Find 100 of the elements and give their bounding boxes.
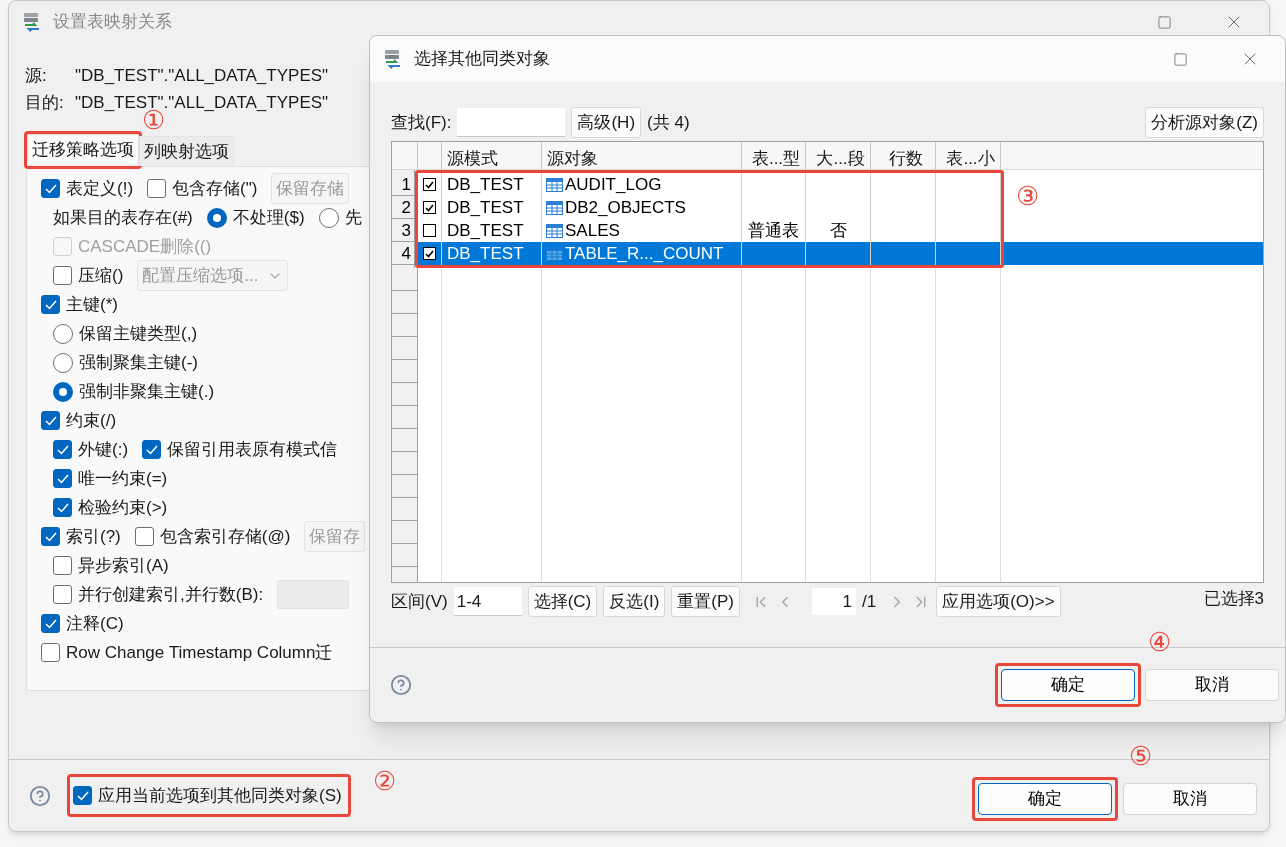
checkbox[interactable]	[41, 295, 60, 314]
toolbar-button[interactable]: 应用选项(O)>>	[936, 586, 1061, 617]
dialog-button[interactable]: 确定	[1001, 669, 1135, 701]
step-marker: ①	[142, 107, 165, 133]
radio-button[interactable]	[206, 207, 227, 228]
table-row[interactable]: DB_TEST TABLE_R..._COUNT	[418, 242, 1001, 265]
check-icon	[44, 531, 57, 542]
column-header[interactable]: 行数	[871, 142, 936, 169]
option-label: 强制聚集主键(-)	[79, 351, 198, 374]
check-icon	[56, 444, 69, 455]
option-label: 压缩()	[78, 264, 124, 287]
checkbox[interactable]	[41, 411, 60, 430]
toolbar-button[interactable]: 选择(C)	[527, 586, 598, 617]
find-field[interactable]	[457, 108, 566, 137]
radio-button[interactable]	[53, 352, 73, 373]
dialog-button[interactable]: 确定	[978, 782, 1112, 815]
toolbar-button[interactable]: 高级(H)	[571, 107, 642, 138]
row-checkbox[interactable]	[423, 201, 436, 214]
table-cell-text: TABLE_R..._COUNT	[565, 243, 724, 265]
checkbox[interactable]	[53, 585, 72, 604]
option-label: 不处理($)	[232, 206, 305, 229]
target-label: 目的:	[25, 92, 65, 115]
check-icon	[56, 473, 69, 484]
tab[interactable]: 迁移策略选项	[27, 134, 139, 164]
row-number: 3	[392, 219, 414, 242]
table-cell-text: SALES	[565, 220, 620, 242]
option-label: 并行创建索引,并行数(B):	[78, 583, 264, 606]
toolbar-button[interactable]: 分析源对象(Z)	[1145, 107, 1264, 138]
table-icon	[546, 177, 563, 192]
option-label: 先	[344, 206, 362, 229]
toolbar-button[interactable]: 反选(I)	[603, 586, 666, 617]
checkbox[interactable]	[53, 266, 72, 285]
toolbar-button[interactable]: 重置(P)	[671, 586, 740, 617]
option-label: 表定义(!)	[66, 177, 134, 200]
tab[interactable]: 列映射选项	[139, 136, 234, 166]
checkbox[interactable]	[53, 556, 72, 575]
option-label: 主键(*)	[66, 293, 118, 316]
column-header[interactable]: 源对象	[542, 142, 742, 169]
page-field[interactable]: 1	[812, 588, 856, 615]
option-label: 包含存储(")	[172, 177, 258, 200]
window-title: 选择其他同类对象	[414, 48, 550, 71]
total-count: (共 4)	[647, 111, 690, 134]
checkbox[interactable]	[41, 527, 60, 546]
checkbox[interactable]	[53, 440, 72, 459]
option-label: Row Change Timestamp Column迁	[66, 641, 333, 664]
row-number: 1	[392, 173, 414, 196]
column-header[interactable]: 表...型	[742, 142, 806, 169]
check-icon	[44, 618, 57, 629]
option-label: 约束(/)	[66, 409, 117, 432]
checkbox[interactable]	[73, 786, 92, 805]
option-label: 检验约束(>)	[78, 496, 168, 519]
check-icon	[44, 183, 57, 194]
row-checkbox[interactable]	[423, 178, 436, 191]
check-icon	[425, 249, 434, 258]
row-number: 4	[392, 242, 414, 265]
step-marker: ⑤	[1129, 742, 1152, 769]
radio-button[interactable]	[53, 323, 73, 344]
checkbox[interactable]	[134, 527, 154, 546]
table-icon	[546, 200, 563, 215]
option-label: 如果目的表存在(#)	[53, 206, 193, 229]
option-label: 包含索引存储(@)	[159, 525, 291, 548]
row-checkbox[interactable]	[423, 247, 436, 260]
checkbox[interactable]	[53, 469, 72, 488]
step-marker: ②	[372, 767, 396, 794]
check-icon	[44, 415, 57, 426]
option-label: 唯一约束(=)	[78, 467, 168, 490]
help-icon[interactable]	[29, 784, 51, 807]
step-marker: ③	[1016, 183, 1039, 209]
range-field[interactable]: 1-4	[453, 587, 522, 616]
table-cell-text: DB2_OBJECTS	[565, 197, 686, 219]
range-label: 区间(V)	[391, 590, 448, 613]
dialog-button[interactable]: 取消	[1145, 669, 1279, 701]
option-label: CASCADE删除(()	[78, 235, 212, 258]
column-header[interactable]: 大...段	[806, 142, 871, 169]
checkbox[interactable]	[41, 614, 60, 633]
option-label: 应用当前选项到其他同类对象(S)	[98, 784, 342, 807]
window-title: 设置表映射关系	[53, 11, 172, 34]
check-icon	[425, 180, 434, 189]
checkbox[interactable]	[41, 179, 60, 198]
source-label: 源:	[25, 64, 48, 87]
option-label: 异步索引(A)	[78, 554, 169, 577]
column-header[interactable]: 表...小	[936, 142, 1001, 169]
help-icon[interactable]	[390, 674, 412, 696]
source-value: "DB_TEST"."ALL_DATA_TYPES"	[75, 64, 329, 87]
checkbox[interactable]	[142, 440, 162, 459]
column-header[interactable]: 源模式	[442, 142, 542, 169]
checkbox[interactable]	[53, 498, 72, 517]
check-icon	[56, 502, 69, 513]
option-label: 保留引用表原有模式信	[167, 438, 338, 461]
selected-count: 已选择3	[1203, 588, 1264, 610]
checkbox[interactable]	[41, 643, 60, 662]
table-cell: DB_TEST	[442, 242, 542, 265]
radio-button[interactable]	[53, 381, 73, 402]
option-label: 保留主键类型(,)	[79, 322, 198, 345]
checkbox[interactable]	[147, 179, 167, 198]
dialog-button[interactable]: 取消	[1123, 782, 1257, 815]
option-label: 外键(:)	[78, 438, 129, 461]
row-checkbox[interactable]	[423, 224, 436, 237]
row-number: 2	[392, 196, 414, 219]
radio-button[interactable]	[318, 207, 339, 228]
